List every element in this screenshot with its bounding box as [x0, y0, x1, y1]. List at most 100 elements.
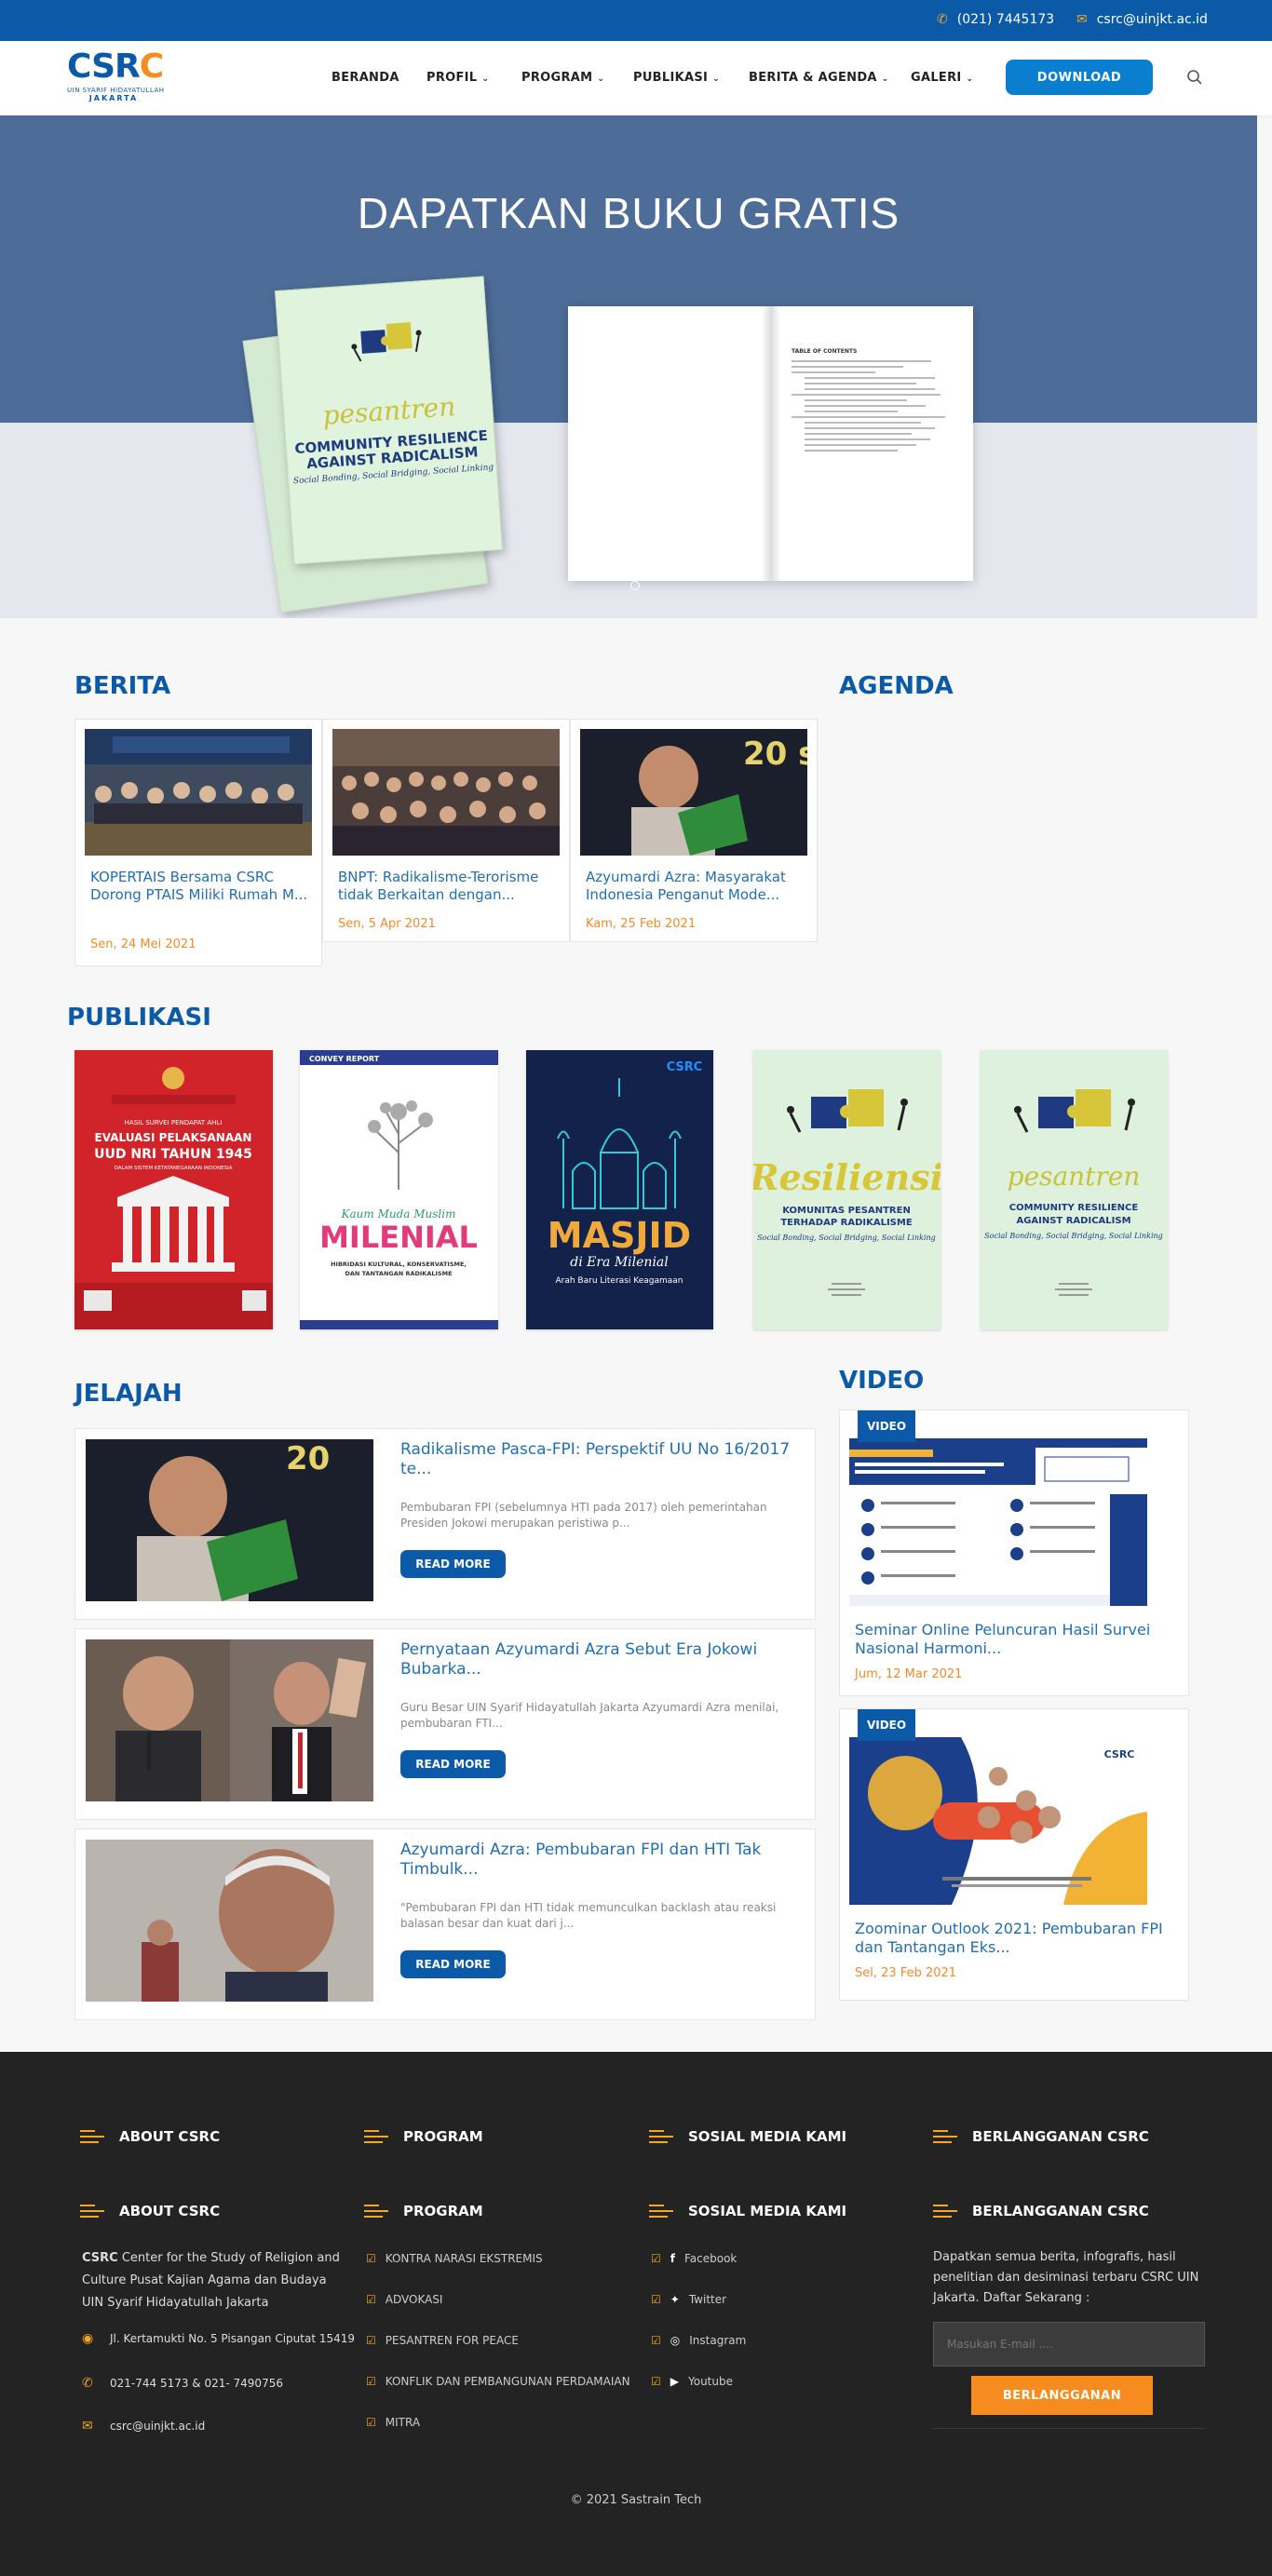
- footer-heading-social: SOSIAL MEDIA KAMI: [649, 2203, 846, 2219]
- svg-text:DAN TANTANGAN RADIKALISME: DAN TANTANGAN RADIKALISME: [345, 1270, 452, 1277]
- video-thumbnail[interactable]: [849, 1438, 1147, 1606]
- footer-phone[interactable]: ✆ 021-744 5173 & 021- 7490756: [82, 2376, 283, 2391]
- news-card[interactable]: KOPERTAIS Bersama CSRC Dorong PTAIS Mili…: [74, 719, 322, 966]
- news-card[interactable]: 20 s Azyumardi Azra: Masyarakat Indonesi…: [570, 719, 818, 942]
- read-more-button[interactable]: READ MORE: [400, 1750, 506, 1778]
- publication-cover[interactable]: pesantren COMMUNITY RESILIENCE AGAINST R…: [981, 1050, 1168, 1329]
- video-title[interactable]: Zoominar Outlook 2021: Pembubaran FPI da…: [855, 1920, 1171, 1957]
- footer-social-twitter[interactable]: ☑ ✦ Twitter: [651, 2293, 726, 2306]
- nav-galeri[interactable]: GALERI ⌄: [911, 71, 973, 85]
- article-card[interactable]: Pernyataan Azyumardi Azra Sebut Era Joko…: [74, 1628, 816, 1820]
- article-title[interactable]: Radikalisme Pasca-FPI: Perspektif UU No …: [400, 1440, 801, 1479]
- svg-text:Arah Baru Literasi Keagamaan: Arah Baru Literasi Keagamaan: [556, 1276, 683, 1286]
- svg-text:Social Bonding, Social Bridgin: Social Bonding, Social Bridging, Social …: [757, 1234, 936, 1242]
- slider-dot[interactable]: [630, 581, 640, 590]
- news-date: Sen, 24 Mei 2021: [90, 937, 196, 951]
- lines-icon: [933, 2130, 957, 2143]
- footer-program-link[interactable]: ☑ ADVOKASI: [366, 2293, 442, 2306]
- news-thumbnail[interactable]: 20 s: [580, 729, 807, 856]
- svg-text:HASIL SURVEI PENDAPAT AHLI: HASIL SURVEI PENDAPAT AHLI: [125, 1119, 223, 1126]
- publication-cover[interactable]: CONVEY REPORT Kaum Muda Muslim MILENIAL …: [300, 1050, 498, 1329]
- footer-program-link[interactable]: ☑ PESANTREN FOR PEACE: [366, 2334, 519, 2347]
- footer-subscribe-text: Dapatkan semua berita, infografis, hasil…: [933, 2250, 1199, 2305]
- footer-about-text: CSRC Center for the Study of Religion an…: [82, 2251, 340, 2310]
- svg-text:20: 20: [286, 1440, 330, 1477]
- svg-text:20 s: 20 s: [743, 735, 807, 773]
- read-more-button[interactable]: READ MORE: [400, 1950, 506, 1978]
- footer-program-link[interactable]: ☑ MITRA: [366, 2416, 420, 2429]
- article-excerpt: Pembubaran FPI (sebelumnya HTI pada 2017…: [400, 1501, 767, 1530]
- footer-program-link[interactable]: ☑ KONFLIK DAN PEMBANGUNAN PERDAMAIAN: [366, 2375, 630, 2388]
- toc-title: TABLE OF CONTENTS: [792, 348, 858, 355]
- article-card[interactable]: 20 Radikalisme Pasca-FPI: Perspektif UU …: [74, 1428, 816, 1620]
- footer-email[interactable]: ✉ csrc@uinjkt.ac.id: [82, 2419, 205, 2434]
- location-pin-icon: ◉: [82, 2331, 94, 2346]
- news-title[interactable]: Azyumardi Azra: Masyarakat Indonesia Pen…: [586, 869, 805, 904]
- check-icon: ☑: [651, 2293, 661, 2306]
- check-icon: ☑: [366, 2252, 376, 2265]
- footer-heading-about: ABOUT CSRC: [80, 2203, 220, 2219]
- nav-beranda[interactable]: BERANDA: [332, 71, 399, 85]
- nav-berita-agenda[interactable]: BERITA & AGENDA ⌄: [749, 71, 889, 85]
- footer-social-facebook[interactable]: ☑ f Facebook: [651, 2252, 737, 2265]
- svg-text:di Era Milenial: di Era Milenial: [570, 1255, 669, 1270]
- article-title[interactable]: Azyumardi Azra: Pembubaran FPI dan HTI T…: [400, 1841, 801, 1880]
- topbar-phone[interactable]: ✆ (021) 7445173: [937, 12, 1054, 27]
- publikasi-heading: PUBLIKASI: [67, 1004, 211, 1032]
- subscribe-email-input[interactable]: [933, 2322, 1205, 2367]
- news-date: Sen, 5 Apr 2021: [338, 917, 436, 931]
- lines-icon: [80, 2130, 104, 2143]
- svg-text:EVALUASI PELAKSANAAN: EVALUASI PELAKSANAAN: [95, 1131, 252, 1144]
- toc-page: TABLE OF CONTENTS: [792, 348, 959, 455]
- jelajah-heading: JELAJAH: [74, 1380, 183, 1408]
- footer-social-instagram[interactable]: ☑ ◎ Instagram: [651, 2334, 746, 2347]
- download-button[interactable]: DOWNLOAD: [1006, 60, 1153, 95]
- article-image[interactable]: 20: [86, 1439, 373, 1601]
- footer-heading-about-ghost: ABOUT CSRC: [80, 2128, 220, 2145]
- svg-text:MILENIAL: MILENIAL: [319, 1220, 478, 1255]
- svg-text:Kaum Muda Muslim: Kaum Muda Muslim: [341, 1207, 456, 1221]
- chevron-down-icon: ⌄: [712, 74, 720, 84]
- video-title[interactable]: Seminar Online Peluncuran Hasil Survei N…: [855, 1621, 1171, 1658]
- nav-program[interactable]: PROGRAM ⌄: [521, 71, 604, 85]
- check-icon: ☑: [366, 2375, 376, 2388]
- article-card[interactable]: Azyumardi Azra: Pembubaran FPI dan HTI T…: [74, 1828, 816, 2020]
- svg-text:TERHADAP RADIKALISME: TERHADAP RADIKALISME: [780, 1218, 913, 1228]
- subscribe-button[interactable]: BERLANGGANAN: [971, 2376, 1153, 2415]
- read-more-button[interactable]: READ MORE: [400, 1550, 506, 1578]
- nav-profil[interactable]: PROFIL ⌄: [426, 71, 489, 85]
- video-date: Jum, 12 Mar 2021: [855, 1667, 963, 1681]
- svg-text:DALAM SISTEM KETATANEGARAAN IN: DALAM SISTEM KETATANEGARAAN INDONESIA: [115, 1166, 233, 1171]
- video-card[interactable]: VIDEO Seminar Online Peluncuran Hasil Su…: [839, 1409, 1189, 1696]
- footer-social-youtube[interactable]: ☑ ▶ Youtube: [651, 2375, 733, 2388]
- article-image[interactable]: [86, 1840, 373, 2002]
- footer-divider: [933, 2428, 1205, 2429]
- svg-text:CSRC: CSRC: [667, 1060, 703, 1074]
- publication-cover[interactable]: HASIL SURVEI PENDAPAT AHLI EVALUASI PELA…: [74, 1050, 273, 1329]
- news-card[interactable]: BNPT: Radikalisme-Terorisme tidak Berkai…: [322, 719, 570, 942]
- twitter-icon: ✦: [670, 2293, 680, 2306]
- video-thumbnail[interactable]: CSRC: [849, 1737, 1147, 1905]
- footer-program-link[interactable]: ☑ KONTRA NARASI EKSTREMIS: [366, 2252, 543, 2265]
- chevron-down-icon: ⌄: [966, 74, 974, 84]
- news-title[interactable]: KOPERTAIS Bersama CSRC Dorong PTAIS Mili…: [90, 869, 310, 904]
- copyright: © 2021 Sastrain Tech: [570, 2493, 702, 2507]
- nav-publikasi[interactable]: PUBLIKASI ⌄: [633, 71, 720, 85]
- topbar-email[interactable]: ✉ csrc@uinjkt.ac.id: [1076, 12, 1208, 27]
- news-title[interactable]: BNPT: Radikalisme-Terorisme tidak Berkai…: [338, 869, 558, 904]
- article-title[interactable]: Pernyataan Azyumardi Azra Sebut Era Joko…: [400, 1640, 801, 1679]
- search-icon[interactable]: [1186, 69, 1203, 86]
- svg-text:pesantren: pesantren: [1008, 1161, 1141, 1192]
- site-logo[interactable]: CSRC UIN SYARIF HIDAYATULLAH JAKARTA: [67, 48, 169, 103]
- article-excerpt: Guru Besar UIN Syarif Hidayatullah Jakar…: [400, 1701, 779, 1730]
- publication-cover[interactable]: Resiliensi KOMUNITAS PESANTREN TERHADAP …: [753, 1050, 940, 1329]
- video-badge: VIDEO: [858, 1410, 915, 1442]
- video-card[interactable]: CSRC VIDEO Zoominar Outlook 2021: Pembub…: [839, 1708, 1189, 2001]
- news-thumbnail[interactable]: [85, 729, 312, 856]
- article-image[interactable]: [86, 1639, 373, 1801]
- news-thumbnail[interactable]: [332, 729, 560, 856]
- site-header: CSRC UIN SYARIF HIDAYATULLAH JAKARTA BER…: [0, 41, 1272, 115]
- hero-title: DAPATKAN BUKU GRATIS: [357, 189, 900, 237]
- hero-banner[interactable]: DAPATKAN BUKU GRATIS pesantren COMMUNITY…: [0, 115, 1257, 618]
- publication-cover[interactable]: CSRC MASJID di Era Milenial Arah Baru Li…: [526, 1050, 713, 1329]
